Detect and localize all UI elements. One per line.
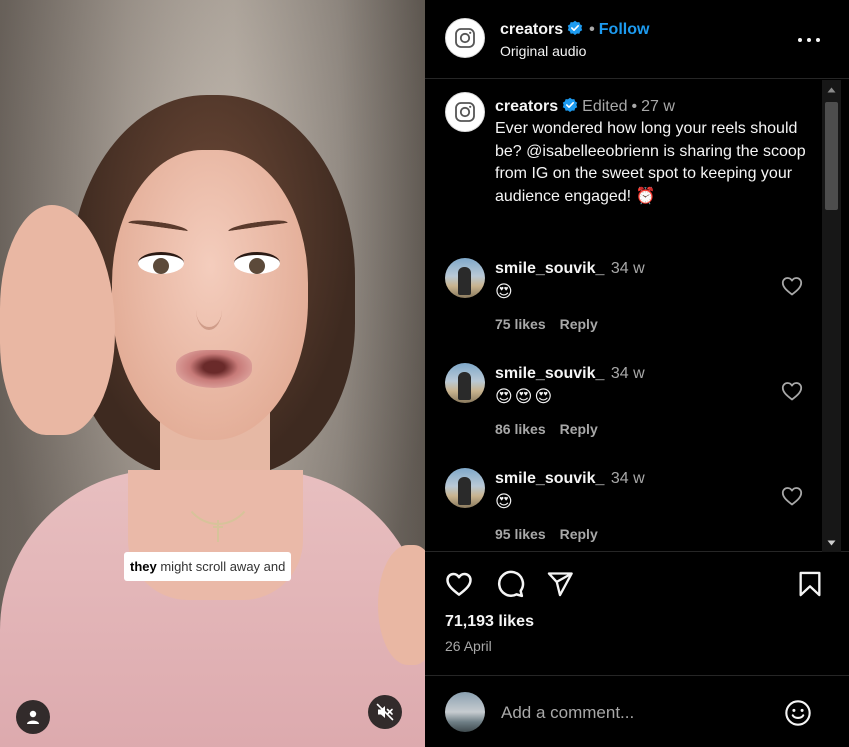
like-button[interactable] <box>443 568 475 600</box>
separator-dot: • <box>589 21 595 38</box>
post-details-panel: creators •Follow Original audio creator <box>425 0 849 747</box>
reply-button[interactable]: Reply <box>560 316 598 332</box>
comment-heart-icon[interactable] <box>780 379 804 403</box>
video-caption-overlay: they might scroll away and <box>124 552 292 581</box>
caption-text: Ever wondered how long your reels should… <box>495 120 806 205</box>
commenter-username[interactable]: smile_souvik_ <box>495 470 604 487</box>
commenter-avatar[interactable] <box>445 468 485 508</box>
caption-bold-word: they <box>130 559 157 574</box>
triangle-down-icon <box>827 540 836 545</box>
comment-header: smile_souvik_ 34 w <box>495 260 645 278</box>
commenter-username[interactable]: smile_souvik_ <box>495 365 604 382</box>
more-horizontal-icon <box>798 38 820 42</box>
verified-badge-icon <box>567 20 583 35</box>
video-subject-eye <box>234 252 280 274</box>
smiley-icon <box>785 700 811 726</box>
video-subject-lips <box>176 350 252 388</box>
comment-likes[interactable]: 95 likes <box>495 526 546 542</box>
speaker-muted-icon <box>376 703 394 721</box>
comment-footer: 95 likes Reply <box>495 526 598 542</box>
comments-scrollbar[interactable] <box>822 80 841 552</box>
separator-dot: • <box>631 98 638 115</box>
post-date: 26 April <box>445 638 492 654</box>
comment-text: 😍 <box>495 282 515 301</box>
mute-toggle-button[interactable] <box>368 695 402 729</box>
post-actions <box>425 568 849 604</box>
comment-heart-icon[interactable] <box>780 484 804 508</box>
video-subject-cross-pendant <box>213 520 223 542</box>
comment-age[interactable]: 34 w <box>611 260 645 277</box>
commenter-avatar[interactable] <box>445 363 485 403</box>
comment-heart-icon[interactable] <box>780 274 804 298</box>
comment-header: smile_souvik_ 34 w <box>495 470 645 488</box>
reel-video[interactable]: they might scroll away and <box>0 0 425 747</box>
tagged-users-button[interactable] <box>16 700 50 734</box>
reply-button[interactable]: Reply <box>560 421 598 437</box>
scroll-up-button[interactable] <box>822 80 841 99</box>
likes-count[interactable]: 71,193 likes <box>445 613 534 631</box>
share-button[interactable] <box>544 568 576 600</box>
save-button[interactable] <box>794 568 826 600</box>
comment-item: smile_souvik_ 34 w 😍😍😍 86 likes Reply <box>425 363 825 463</box>
reply-button[interactable]: Reply <box>560 526 598 542</box>
commenter-username[interactable]: smile_souvik_ <box>495 260 604 277</box>
comment-age[interactable]: 34 w <box>611 365 645 382</box>
edited-label: Edited <box>582 98 628 115</box>
comment-text: 😍 <box>495 492 515 511</box>
comment-likes[interactable]: 75 likes <box>495 316 546 332</box>
comment-text: 😍😍😍 <box>495 387 555 406</box>
header-username-row: creators • Follow <box>500 20 649 39</box>
original-audio-link[interactable]: Original audio <box>500 43 586 59</box>
profile-avatar[interactable] <box>445 18 485 58</box>
comment-item: smile_souvik_ 34 w 😍 95 likes Reply <box>425 468 825 551</box>
post-header: creators • Follow Original audio <box>425 0 849 79</box>
instagram-logo-icon <box>455 28 475 48</box>
video-subject-necklace <box>178 430 258 525</box>
comment-icon <box>497 570 525 598</box>
current-user-avatar <box>445 692 485 732</box>
caption-username-row: creators Edited • 27 w <box>495 97 675 116</box>
video-subject-nose <box>196 290 222 330</box>
comment-footer: 75 likes Reply <box>495 316 598 332</box>
caption-rest-text: might scroll away and <box>156 559 286 574</box>
caption-age[interactable]: 27 w <box>641 98 675 115</box>
video-subject-eye <box>138 252 184 274</box>
heart-icon <box>446 572 472 596</box>
emoji-picker-button[interactable] <box>783 698 813 728</box>
caption-avatar[interactable] <box>445 92 485 132</box>
comments-list[interactable]: creators Edited • 27 w Ever wondered how l… <box>425 80 849 552</box>
follow-button[interactable]: Follow <box>599 21 650 38</box>
comment-footer: 86 likes Reply <box>495 421 598 437</box>
add-comment-bar <box>425 675 849 747</box>
bookmark-icon <box>799 571 821 597</box>
header-username[interactable]: creators <box>500 21 563 38</box>
comment-likes[interactable]: 86 likes <box>495 421 546 437</box>
person-icon <box>27 710 39 724</box>
caption-username[interactable]: creators <box>495 98 558 115</box>
commenter-avatar[interactable] <box>445 258 485 298</box>
scroll-down-button[interactable] <box>822 533 841 552</box>
more-options-button[interactable] <box>795 28 823 52</box>
verified-badge-icon <box>562 97 578 112</box>
instagram-logo-icon <box>455 102 475 122</box>
comment-button[interactable] <box>494 568 526 600</box>
send-icon <box>547 572 573 597</box>
comment-header: smile_souvik_ 34 w <box>495 365 645 383</box>
comment-item: smile_souvik_ 34 w 😍 75 likes Reply <box>425 258 825 358</box>
triangle-up-icon <box>827 87 836 92</box>
add-comment-input[interactable] <box>501 700 771 726</box>
scrollbar-thumb[interactable] <box>825 102 838 210</box>
comment-age[interactable]: 34 w <box>611 470 645 487</box>
